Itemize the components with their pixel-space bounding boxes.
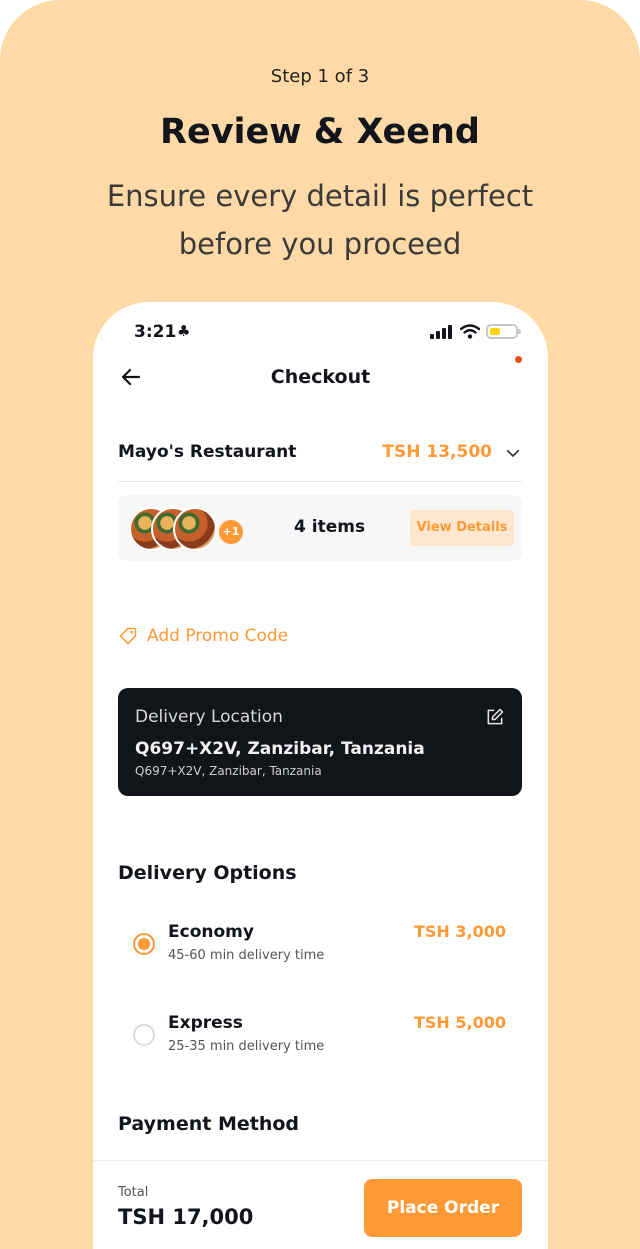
promo-subline: Ensure every detail is perfect before yo… [0,172,640,268]
option-time: 25-35 min delivery time [168,1039,325,1054]
edit-icon[interactable] [485,707,505,727]
items-count: 4 items [294,517,366,537]
status-bar: 3:21 ♣ [93,320,548,346]
radio-selected[interactable] [133,933,155,955]
place-order-button[interactable]: Place Order [364,1179,522,1237]
page-title: Checkout [270,366,371,388]
restaurant-subtotal: TSH 13,500 [382,442,492,462]
option-price: TSH 3,000 [413,922,506,941]
cellular-signal-icon [430,324,452,339]
status-time: 3:21 [134,322,177,342]
food-thumbnail [173,507,217,551]
total-value: TSH 17,000 [118,1205,254,1229]
promo-background: Step 1 of 3 Review & Xeend Ensure every … [0,0,640,1249]
wifi-icon [460,324,480,339]
status-icons [430,324,521,339]
promo-headline: Review & Xeend [160,112,480,152]
delivery-location-card: Delivery Location Q697+X2V, Zanzibar, Ta… [118,688,522,796]
food-thumbnails: +1 [129,507,243,551]
add-promo-code-link[interactable]: Add Promo Code [118,626,288,646]
divider [118,481,522,482]
delivery-options-title: Delivery Options [118,862,297,884]
delivery-option-economy[interactable]: Economy 45-60 min delivery time TSH 3,00… [133,922,506,972]
restaurant-row[interactable]: Mayo's Restaurant TSH 13,500 [118,440,522,468]
status-activity-icon: ♣ [177,322,191,340]
step-indicator: Step 1 of 3 [270,66,370,87]
total-label: Total [118,1185,149,1200]
chevron-down-icon[interactable] [504,444,522,462]
radio-unselected[interactable] [133,1024,155,1046]
promo-subline-line-2: before you proceed [178,227,462,261]
phone-screen: 3:21 ♣ Checkout Mayo's Restaurant TSH 13… [93,302,548,1249]
extra-items-badge: +1 [219,520,243,544]
tag-icon [119,627,137,645]
restaurant-name: Mayo's Restaurant [118,442,297,462]
delivery-address-detail: Q697+X2V, Zanzibar, Tanzania [135,764,322,778]
option-price: TSH 5,000 [413,1013,506,1032]
option-time: 45-60 min delivery time [168,948,325,963]
payment-method-title: Payment Method [118,1113,300,1135]
delivery-option-express[interactable]: Express 25-35 min delivery time TSH 5,00… [133,1013,506,1063]
delivery-address: Q697+X2V, Zanzibar, Tanzania [135,739,425,759]
delivery-location-label: Delivery Location [135,707,283,727]
view-details-button[interactable]: View Details [410,510,514,546]
option-name: Economy [168,922,254,942]
checkout-footer: Total TSH 17,000 Place Order [93,1160,548,1249]
top-bar: Checkout [93,362,548,392]
option-name: Express [168,1013,243,1033]
promo-code-label: Add Promo Code [147,626,289,646]
promo-subline-line-1: Ensure every detail is perfect [106,179,534,213]
battery-icon [486,324,521,339]
order-items-card: +1 4 items View Details [118,495,522,561]
